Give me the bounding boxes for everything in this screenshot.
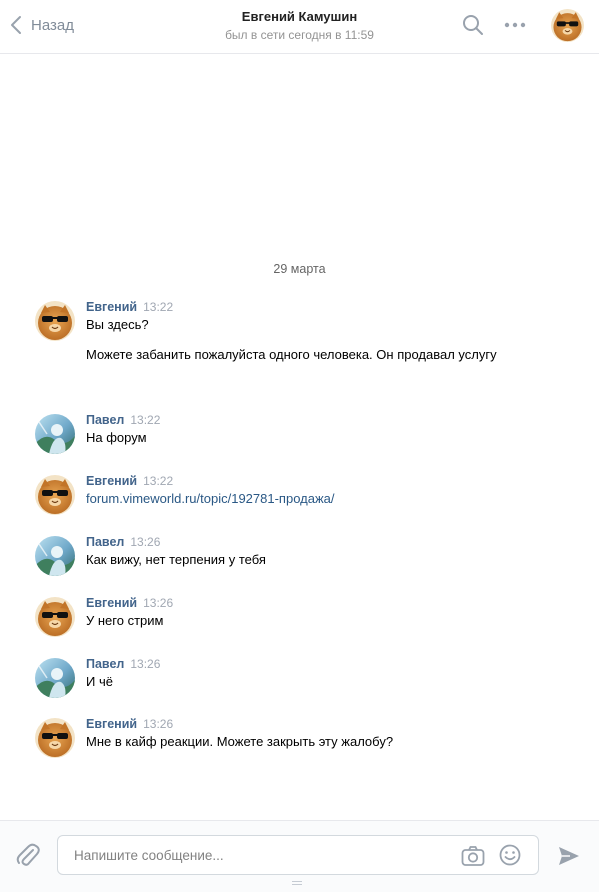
message-body: Евгений 13:26 У него стрим (86, 595, 556, 630)
message-time: 13:22 (130, 413, 161, 427)
message-body: Павел 13:22 На форум (86, 412, 556, 447)
message-body: Павел 13:26 И чё (86, 656, 556, 691)
message-time: 13:22 (143, 474, 174, 488)
message-author[interactable]: Павел (86, 535, 124, 549)
avatar[interactable] (35, 536, 75, 576)
message-body: Евгений 13:26 Мне в кайф реакции. Можете … (86, 716, 556, 751)
message-time: 13:26 (130, 657, 161, 671)
message-author[interactable]: Евгений (86, 474, 137, 488)
message-time: 13:26 (143, 596, 174, 610)
date-separator: 29 марта (273, 262, 326, 276)
message-author[interactable]: Павел (86, 657, 124, 671)
message-input[interactable] (72, 836, 452, 874)
messenger-window: Назад Евгений Камушин был в сети сегодня… (0, 0, 599, 892)
message-time: 13:26 (143, 717, 174, 731)
composer (0, 820, 599, 892)
more-horizontal-icon[interactable] (504, 18, 526, 37)
camera-icon[interactable] (461, 845, 485, 872)
avatar[interactable] (35, 658, 75, 698)
message-text: Вы здесь? (86, 317, 149, 332)
chevron-left-icon (10, 15, 22, 35)
avatar[interactable] (35, 475, 75, 515)
message-text: И чё (86, 674, 113, 689)
avatar[interactable] (35, 414, 75, 454)
peer-info[interactable]: Евгений Камушин был в сети сегодня в 11:… (150, 8, 450, 44)
message-text: Мне в кайф реакции. Можете закрыть эту ж… (86, 734, 394, 749)
message-body: Павел 13:26 Как вижу, нет терпения у тебя (86, 534, 556, 569)
message-author[interactable]: Евгений (86, 717, 137, 731)
message-time: 13:26 (130, 535, 161, 549)
avatar[interactable] (35, 597, 75, 637)
message-input-box (57, 835, 539, 875)
message-text: У него стрим (86, 613, 164, 628)
message-link[interactable]: forum.vimeworld.ru/topic/192781-продажа/ (86, 490, 556, 508)
message-text: На форум (86, 430, 147, 445)
search-icon[interactable] (462, 14, 484, 41)
smile-icon[interactable] (499, 844, 521, 871)
back-button[interactable]: Назад (10, 12, 74, 38)
message-author[interactable]: Павел (86, 413, 124, 427)
message-text: Как вижу, нет терпения у тебя (86, 552, 266, 567)
peer-avatar[interactable] (551, 9, 584, 42)
avatar[interactable] (35, 301, 75, 341)
message-time: 13:22 (143, 300, 174, 314)
message-author[interactable]: Евгений (86, 596, 137, 610)
avatar[interactable] (35, 718, 75, 758)
back-label: Назад (31, 16, 74, 34)
peer-name: Евгений Камушин (241, 9, 358, 24)
message-history: 29 марта Евгений 13:22 Вы здесь? Можете з… (0, 54, 599, 820)
message-author[interactable]: Евгений (86, 300, 137, 314)
message-body: Евгений 13:22 forum.vimeworld.ru/topic/19… (86, 473, 556, 508)
message-body: Евгений 13:22 Вы здесь? Можете забанить п… (86, 299, 556, 364)
resize-handle[interactable] (292, 881, 302, 887)
peer-status: был в сети сегодня в 11:59 (225, 28, 374, 42)
send-icon[interactable] (557, 845, 581, 872)
chat-header: Назад Евгений Камушин был в сети сегодня… (0, 0, 599, 54)
paperclip-icon[interactable] (15, 841, 41, 874)
message-text: Можете забанить пожалуйста одного челове… (86, 347, 497, 362)
